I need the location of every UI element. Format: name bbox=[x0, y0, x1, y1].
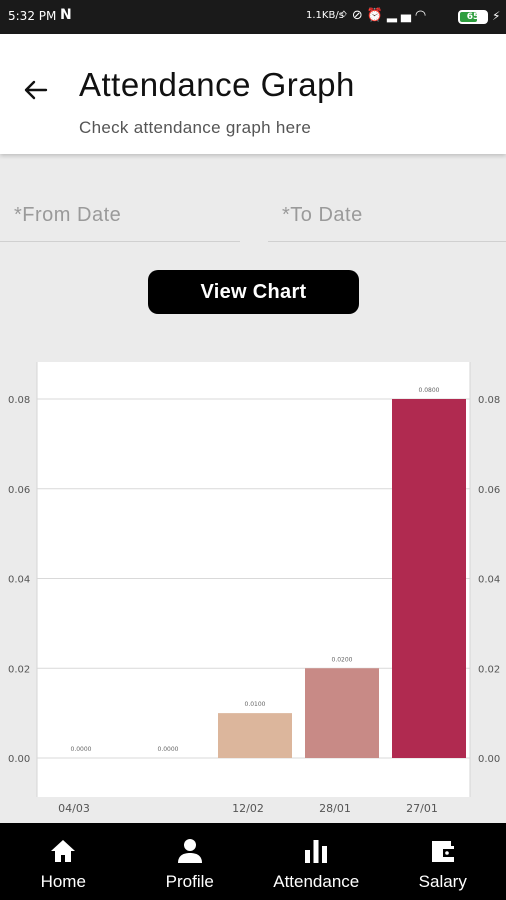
nav-item-attendance[interactable]: Attendance bbox=[253, 823, 380, 900]
y-tick-label-left: 0.02 bbox=[8, 664, 30, 675]
to-date-field[interactable] bbox=[268, 190, 506, 242]
from-date-field[interactable] bbox=[0, 190, 240, 242]
battery-percent: 65 bbox=[466, 12, 480, 22]
charging-icon: ⚡ bbox=[492, 9, 501, 23]
status-bar: 5:32 PM N 1.1KB/s ᛜ⊘⏰▂▄◠ 65 ⚡ bbox=[0, 0, 506, 34]
signal-icon: ▂▄ bbox=[386, 8, 415, 23]
no-signal-icon: ⊘ bbox=[351, 8, 367, 23]
app-header: Attendance Graph Check attendance graph … bbox=[0, 34, 506, 154]
x-tick-label: 27/01 bbox=[406, 802, 438, 815]
y-tick-label-left: 0.06 bbox=[8, 485, 30, 496]
page-subtitle: Check attendance graph here bbox=[79, 118, 312, 137]
notification-n-icon: N bbox=[60, 7, 72, 23]
status-icons: ᛜ⊘⏰▂▄◠ bbox=[340, 8, 430, 23]
home-icon bbox=[51, 840, 76, 862]
nav-item-salary[interactable]: Salary bbox=[380, 823, 506, 900]
bar-chart-icon bbox=[305, 840, 328, 863]
y-tick-label-right: 0.00 bbox=[478, 754, 500, 765]
network-speed: 1.1KB/s bbox=[306, 10, 344, 21]
bar-value-label: 0.0000 bbox=[71, 746, 92, 753]
wallet-icon bbox=[431, 841, 454, 862]
y-tick-label-right: 0.06 bbox=[478, 485, 500, 496]
chart-bar bbox=[218, 713, 292, 758]
bar-value-label: 0.0000 bbox=[158, 746, 179, 753]
bar-value-label: 0.0800 bbox=[419, 387, 440, 394]
wifi-icon: ◠ bbox=[414, 8, 431, 23]
y-tick-label-right: 0.04 bbox=[478, 575, 500, 586]
status-time: 5:32 PM bbox=[8, 9, 57, 23]
y-tick-label-left: 0.04 bbox=[8, 575, 30, 586]
page-title: Attendance Graph bbox=[79, 66, 355, 103]
battery-icon: 65 bbox=[458, 10, 488, 24]
y-tick-label-right: 0.02 bbox=[478, 664, 500, 675]
x-tick-label: 12/02 bbox=[232, 802, 264, 815]
y-tick-label-left: 0.00 bbox=[8, 754, 30, 765]
nav-label-attendance: Attendance bbox=[273, 872, 360, 891]
nav-item-home[interactable]: Home bbox=[0, 823, 127, 900]
x-tick-label: 28/01 bbox=[319, 802, 351, 815]
alarm-icon: ⏰ bbox=[366, 8, 387, 23]
y-tick-label-right: 0.08 bbox=[478, 395, 500, 406]
chart-bar bbox=[305, 668, 379, 758]
y-tick-label-left: 0.08 bbox=[8, 395, 30, 406]
nav-label-salary: Salary bbox=[418, 872, 467, 891]
chart-bar bbox=[392, 399, 466, 758]
bottom-navigation: Home Profile Attendance Salary bbox=[0, 823, 506, 900]
nav-label-home: Home bbox=[40, 872, 86, 891]
view-chart-button[interactable]: View Chart bbox=[148, 270, 359, 314]
bluetooth-icon: ᛜ bbox=[340, 8, 352, 23]
bar-value-label: 0.0100 bbox=[245, 701, 266, 708]
person-icon bbox=[177, 839, 202, 863]
back-arrow-icon[interactable] bbox=[20, 74, 52, 106]
nav-item-profile[interactable]: Profile bbox=[127, 823, 254, 900]
x-tick-label: 04/03 bbox=[58, 802, 90, 815]
attendance-bar-chart: 0.00 0.00 0.02 0.02 0.04 0.04 0.06 0.06 0.08 0.08… bbox=[8, 362, 500, 815]
bar-value-label: 0.0200 bbox=[332, 656, 353, 663]
nav-label-profile: Profile bbox=[165, 872, 214, 891]
